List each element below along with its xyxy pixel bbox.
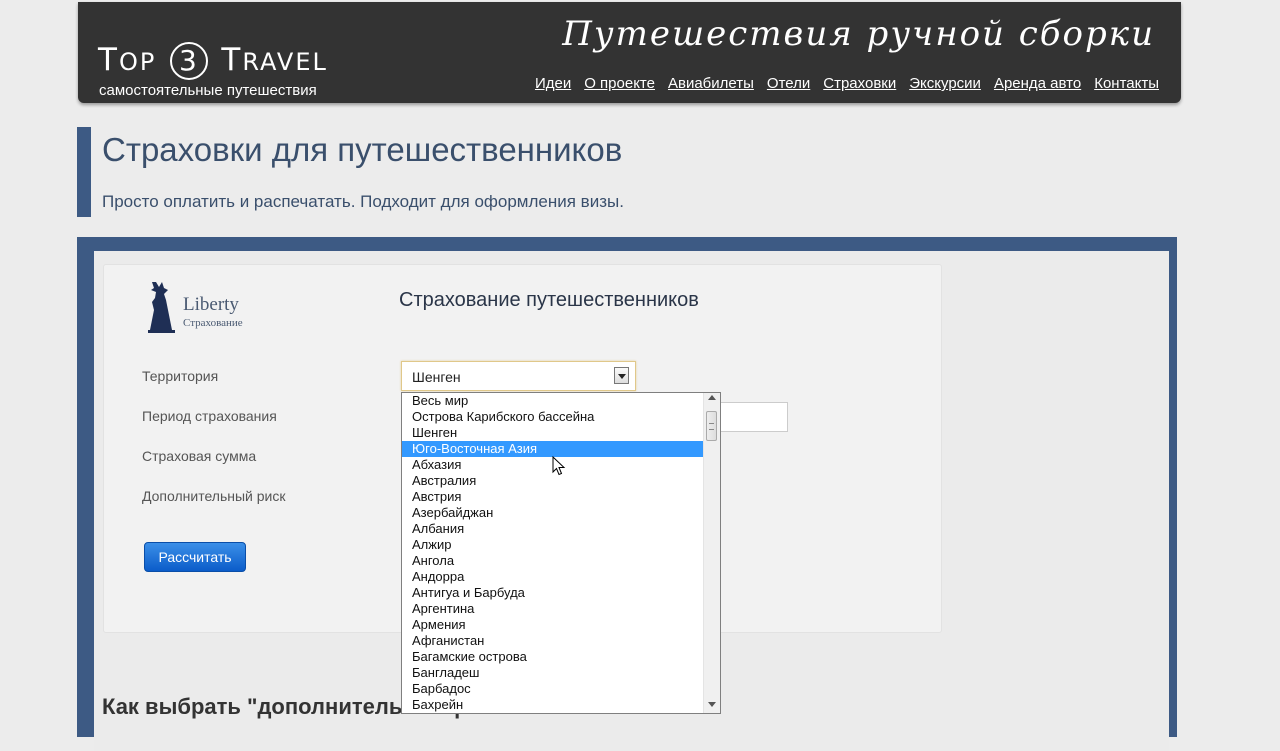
dropdown-option[interactable]: Азербайджан [402,505,703,521]
dropdown-option[interactable]: Барбадос [402,681,703,697]
nav-insurance[interactable]: Страховки [823,75,896,92]
dropdown-option[interactable]: Бахрейн [402,697,703,713]
period-label: Период страхования [142,408,277,424]
scrollbar-thumb[interactable] [706,411,717,441]
main-nav: Идеи О проекте Авиабилеты Отели Страховки Экс… [522,75,1159,93]
territory-dropdown-list[interactable]: Весь мир Острова Карибского бассейна Шенге… [401,392,721,714]
nav-ideas[interactable]: Идеи [535,75,571,92]
scroll-up-icon[interactable] [708,395,716,400]
dropdown-option[interactable]: Армения [402,617,703,633]
liberty-logo: Liberty Страхование [142,280,282,336]
extra-risk-label: Дополнительный риск [142,488,286,504]
logo-tagline: самостоятельные путешествия [99,82,317,99]
nav-excursions[interactable]: Экскурсии [909,75,981,92]
nav-about[interactable]: О проекте [584,75,655,92]
dropdown-option[interactable]: Антигуа и Барбуда [402,585,703,601]
scroll-down-icon[interactable] [708,702,716,707]
nav-car-rental[interactable]: Аренда авто [994,75,1081,92]
site-slogan: Путешествия ручной сборки [562,14,1155,54]
site-header: TOP 3 TRAVEL самостоятельные путешествия… [78,2,1181,103]
site-logo[interactable]: TOP 3 TRAVEL [98,42,328,80]
mouse-cursor-icon [552,456,566,476]
calculate-button[interactable]: Рассчитать [144,542,246,572]
nav-contacts[interactable]: Контакты [1094,75,1159,92]
dropdown-option[interactable]: Албания [402,521,703,537]
liberty-statue-icon [148,282,175,333]
dropdown-option[interactable]: Алжир [402,537,703,553]
logo-digit-circle: 3 [169,42,208,80]
territory-label: Территория [142,368,219,384]
liberty-brand-name: Liberty [183,294,239,315]
sum-label: Страховая сумма [142,448,257,464]
form-title: Страхование путешественников [399,289,699,311]
dropdown-option[interactable]: Острова Карибского бассейна [402,409,703,425]
dropdown-option[interactable]: Весь мир [402,393,703,409]
dropdown-option[interactable]: Юго-Восточная Азия [402,441,703,457]
page-subtitle: Просто оплатить и распечатать. Подходит … [102,192,624,211]
dropdown-option[interactable]: Афганистан [402,633,703,649]
liberty-brand-sub: Страхование [183,317,243,329]
territory-select-value: Шенген [412,369,461,385]
dropdown-option[interactable]: Аргентина [402,601,703,617]
nav-hotels[interactable]: Отели [767,75,810,92]
period-input[interactable] [718,402,788,432]
dropdown-option[interactable]: Ангола [402,553,703,569]
page-title-block: Страховки для путешественников Просто оп… [77,127,691,217]
page-title: Страховки для путешественников [102,131,623,168]
dropdown-option[interactable]: Андорра [402,569,703,585]
dropdown-option[interactable]: Багамские острова [402,649,703,665]
dropdown-option[interactable]: Австрия [402,489,703,505]
dropdown-option[interactable]: Шенген [402,425,703,441]
dropdown-option[interactable]: Бангладеш [402,665,703,681]
territory-options: Весь мир Острова Карибского бассейна Шенге… [402,393,703,713]
territory-select[interactable]: Шенген [401,361,636,391]
nav-flights[interactable]: Авиабилеты [668,75,754,92]
dropdown-scrollbar[interactable] [703,393,720,713]
dropdown-arrow-icon[interactable] [614,367,629,384]
